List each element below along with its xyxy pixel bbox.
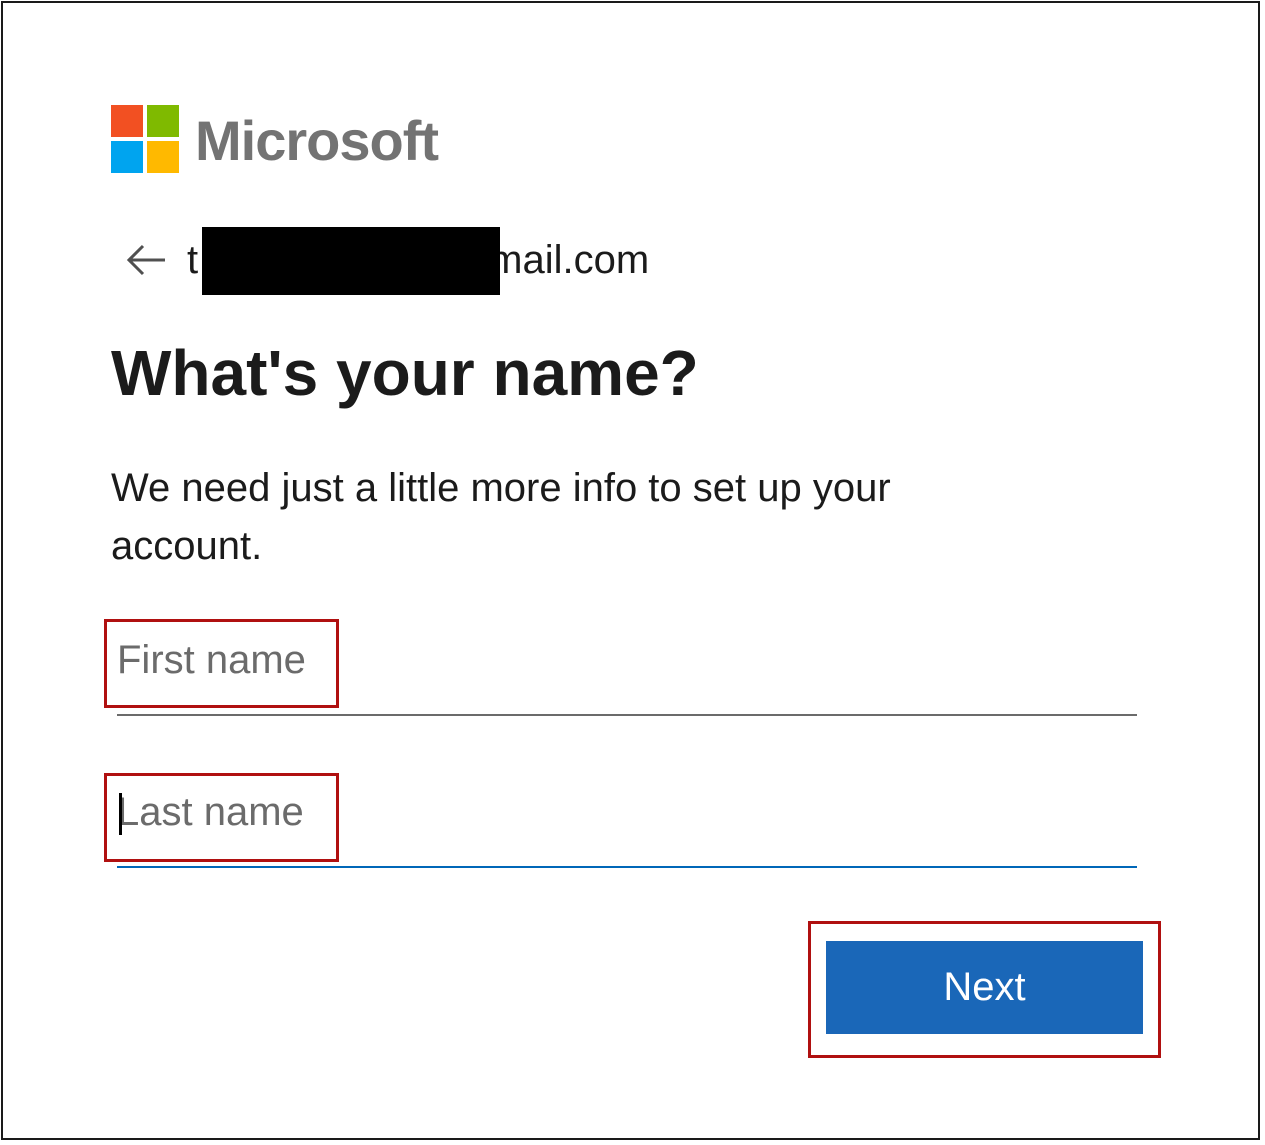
arrow-left-icon[interactable]: [123, 241, 169, 279]
first-name-input[interactable]: [117, 632, 1137, 716]
next-button[interactable]: Next: [826, 941, 1143, 1034]
redaction-block: [202, 227, 500, 295]
identity-row: t mail.com: [123, 227, 723, 295]
logo-red-square: [111, 105, 143, 137]
brand-name: Microsoft: [195, 109, 439, 172]
text-cursor: [119, 793, 122, 835]
page-description: We need just a little more info to set u…: [111, 466, 891, 568]
microsoft-logo-icon: [111, 105, 179, 173]
logo-blue-square: [111, 141, 143, 173]
email-prefix: t: [187, 238, 199, 282]
logo-green-square: [147, 105, 179, 137]
page-title: What's your name?: [111, 337, 699, 409]
logo-yellow-square: [147, 141, 179, 173]
last-name-input[interactable]: [117, 785, 1137, 868]
screenshot-frame: Microsoft t mail.com What's your name? We…: [1, 1, 1260, 1140]
email-suffix: mail.com: [489, 238, 650, 282]
